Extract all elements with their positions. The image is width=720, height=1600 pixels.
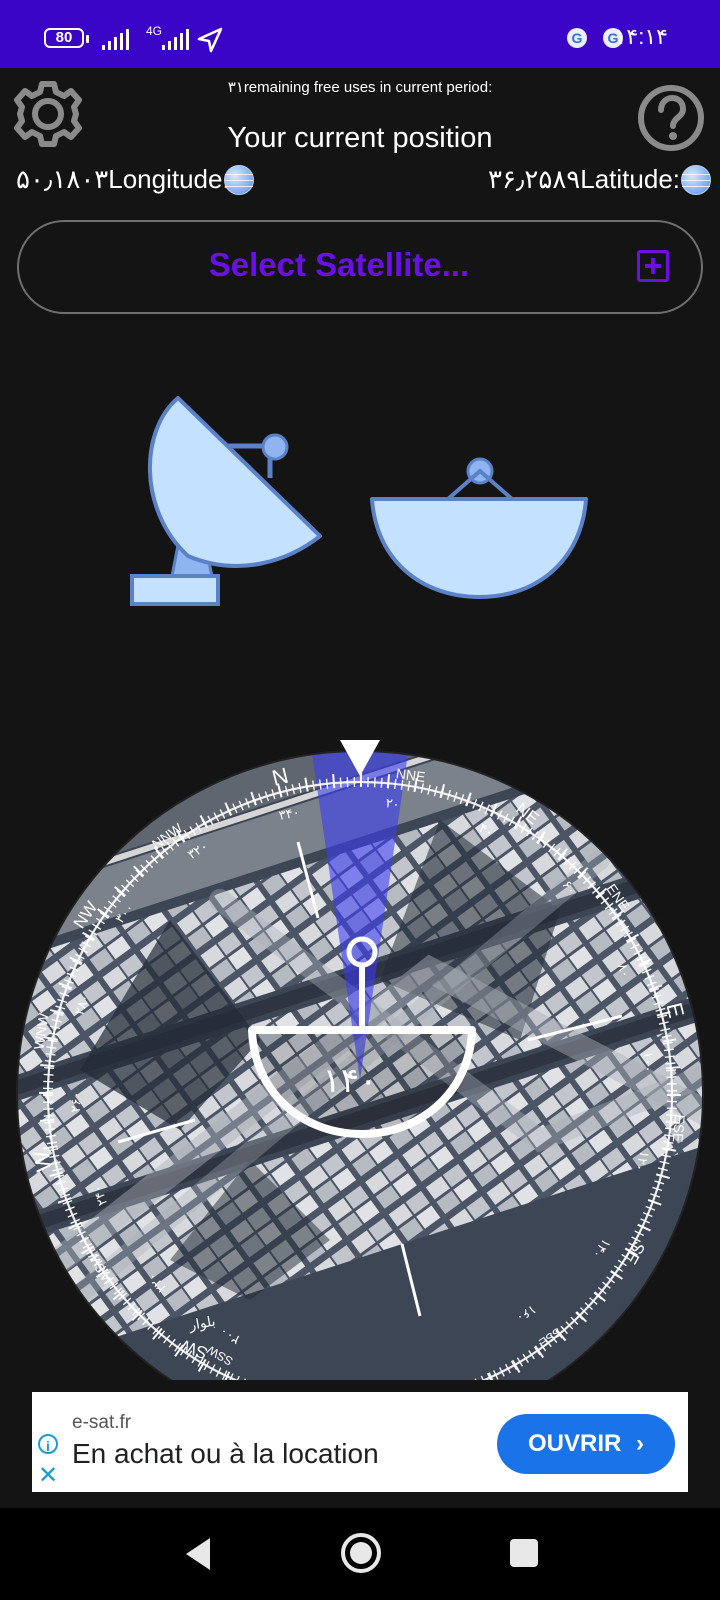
degree-label: ۱۰۰ (641, 1052, 656, 1073)
ad-open-button[interactable]: OUVRIR › (497, 1414, 675, 1474)
ad-open-label: OUVRIR (527, 1430, 622, 1457)
back-icon[interactable] (182, 1536, 214, 1572)
ad-banner[interactable]: i ✕ e-sat.fr En achat ou à la location O… (32, 1392, 688, 1492)
latitude-label: Latitude: (580, 164, 680, 194)
select-satellite-label: Select Satellite... (208, 246, 470, 283)
battery-level: 80 (55, 29, 73, 46)
add-icon[interactable] (637, 250, 669, 282)
select-satellite-button[interactable]: Select Satellite... (17, 220, 703, 314)
status-time: ۱۴:۱۴ (614, 24, 668, 49)
network-type: 4G (146, 24, 163, 38)
compass-map[interactable]: N NNE NE ENE E ESE SE SSE SSW SW WSW W W… (0, 740, 720, 1380)
signal-icon-2 (162, 28, 194, 50)
satellite-dish-front-icon (370, 457, 588, 599)
status-bar: 80 4G G G ۱۴:۱۴ (0, 0, 720, 68)
signal-icon (102, 28, 134, 50)
degree-label: ۲۶۰ (68, 1092, 83, 1113)
globe-icon (224, 165, 254, 195)
longitude-value: ۵۰٫۱۸۰۳ (16, 164, 109, 194)
compass-label: ESE (670, 1114, 688, 1143)
navigation-arrow-icon (197, 27, 223, 53)
google-icon: G (567, 28, 587, 48)
recent-apps-icon[interactable] (508, 1537, 540, 1569)
ad-headline: En achat ou à la location (72, 1438, 379, 1469)
chevron-right-icon: › (636, 1430, 644, 1457)
dish-angle-value: ۱۴۰ (323, 1061, 378, 1101)
globe-icon-2 (681, 165, 711, 195)
page-title: Your current position (227, 122, 493, 154)
ad-domain: e-sat.fr (72, 1412, 132, 1433)
satellite-dish-side-icon (130, 396, 322, 606)
longitude-row: ۵۰٫۱۸۰۳Longitude: (16, 164, 230, 195)
home-icon[interactable] (340, 1532, 382, 1574)
degree-label: ۲۰ (385, 795, 401, 812)
latitude-row: ۳۶٫۲۵۸۹Latitude: (488, 164, 680, 195)
navigation-bar (0, 1508, 720, 1600)
longitude-label: Longitude: (108, 164, 230, 194)
battery-tip (86, 35, 89, 43)
close-icon[interactable]: ✕ (38, 1464, 58, 1488)
remaining-uses-text: ۳۱remaining free uses in current period: (227, 79, 493, 96)
info-icon[interactable]: i (38, 1434, 58, 1454)
latitude-value: ۳۶٫۲۵۸۹ (488, 164, 581, 194)
